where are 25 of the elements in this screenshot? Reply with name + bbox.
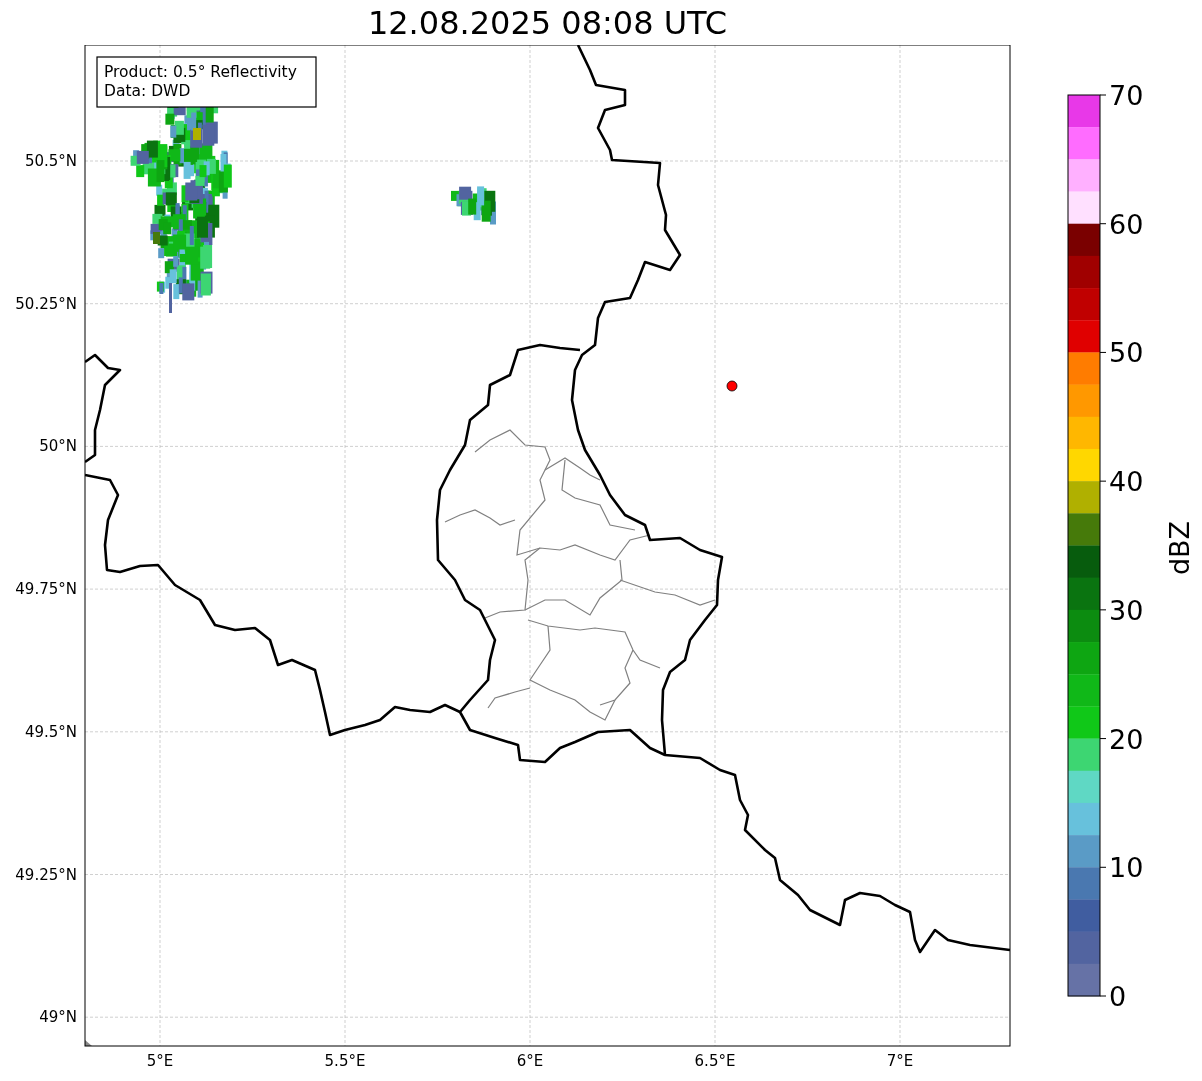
plot-title: 12.08.2025 08:08 UTC [367,3,728,44]
legend-text: Product: 0.5° Reflectivity [104,63,297,81]
colorbar-tick-label: 0 [1109,981,1127,1012]
latitude-label: 49.5°N [24,722,77,741]
colorbar-label: dBZ [1164,520,1195,576]
colorbar-tick-label: 40 [1109,466,1144,498]
colorbar-tick-label: 50 [1109,337,1144,369]
colorbar-tick-label: 30 [1109,594,1144,626]
latitude-label: 50°N [39,437,77,456]
longitude-label: 5°E [146,1052,174,1070]
station-marker [726,380,738,392]
latitude-label: 49.75°N [15,580,77,599]
legend-text: Data: DWD [104,82,191,100]
latitude-label: 49°N [39,1008,77,1027]
longitude-label: 6°E [516,1052,544,1070]
colorbar-tick-label: 20 [1109,723,1144,755]
latitude-label: 50.25°N [15,294,77,313]
longitude-label: 7°E [886,1052,914,1070]
colorbar-tick-label: 10 [1109,852,1144,884]
colorbar-tick-label: 60 [1109,208,1144,240]
longitude-label: 5.5°E [324,1052,366,1070]
latitude-label: 50.5°N [24,152,77,170]
colorbar-tick-label: 70 [1109,80,1144,111]
latitude-label: 49.25°N [15,865,77,884]
longitude-label: 6.5°E [694,1052,736,1070]
